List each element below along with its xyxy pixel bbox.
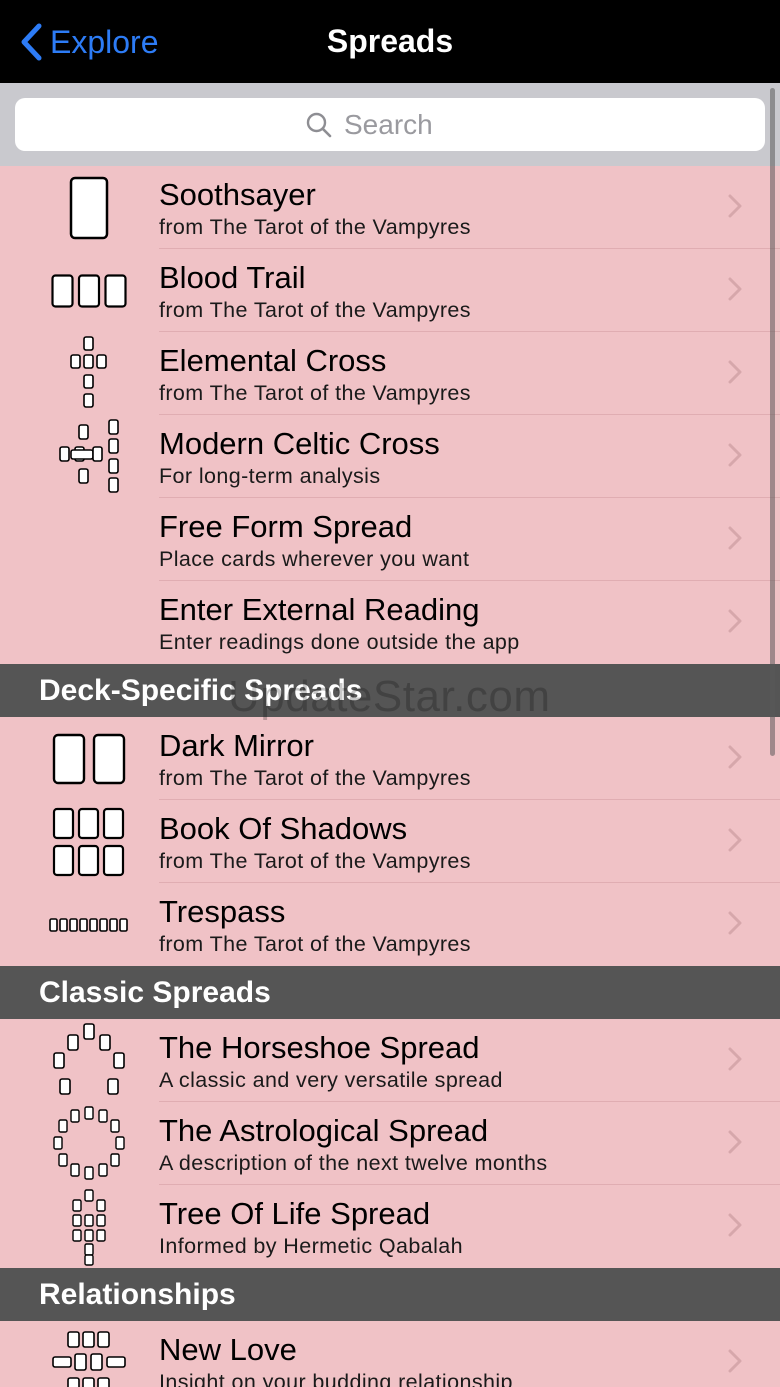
spread-layout-icon (44, 1106, 134, 1180)
chevron-right-icon (728, 1213, 742, 1237)
scroll-indicator[interactable] (770, 88, 775, 756)
list-item-elemental-cross[interactable]: Elemental Cross from The Tarot of the Va… (0, 332, 780, 415)
spread-layout-icon (44, 255, 134, 327)
chevron-right-icon (728, 277, 742, 301)
list-item-tree-of-life-spread[interactable]: Tree Of Life Spread Informed by Hermetic… (0, 1185, 780, 1268)
spread-layout-icon (44, 172, 134, 244)
list-item-trespass[interactable]: Trespass from The Tarot of the Vampyres (0, 883, 780, 966)
list-item-soothsayer[interactable]: Soothsayer from The Tarot of the Vampyre… (0, 166, 780, 249)
list-item-subtitle: from The Tarot of the Vampyres (159, 298, 471, 322)
spread-layout-icon (44, 1189, 134, 1266)
list-item-title: Blood Trail (159, 260, 306, 295)
spread-layout-icon (44, 1327, 134, 1387)
list-item-subtitle: Enter readings done outside the app (159, 630, 520, 654)
page-title: Spreads (326, 23, 454, 59)
list-item-subtitle: from The Tarot of the Vampyres (159, 932, 471, 956)
list-item-title: The Astrological Spread (159, 1113, 489, 1148)
spread-layout-icon (44, 806, 134, 878)
list-item-subtitle: Insight on your budding relationship (159, 1370, 513, 1387)
section-header-classic: Classic Spreads (0, 966, 780, 1019)
list-item-modern-celtic-cross[interactable]: Modern Celtic Cross For long-term analys… (0, 415, 780, 498)
chevron-right-icon (728, 194, 742, 218)
search-input[interactable] (344, 108, 474, 141)
list-item-title: Book Of Shadows (159, 811, 408, 846)
list-item-subtitle: Place cards wherever you want (159, 547, 470, 571)
spread-layout-icon (44, 419, 134, 493)
list-item-subtitle: from The Tarot of the Vampyres (159, 215, 471, 239)
list-item-title: Trespass (159, 894, 286, 929)
list-item-free-form-spread[interactable]: Free Form Spread Place cards wherever yo… (0, 498, 780, 581)
spread-list: Soothsayer from The Tarot of the Vampyre… (0, 166, 780, 1387)
list-item-subtitle: A description of the next twelve months (159, 1151, 548, 1175)
list-item-horseshoe-spread[interactable]: The Horseshoe Spread A classic and very … (0, 1019, 780, 1102)
list-item-blood-trail[interactable]: Blood Trail from The Tarot of the Vampyr… (0, 249, 780, 332)
list-item-enter-external-reading[interactable]: Enter External Reading Enter readings do… (0, 581, 780, 664)
list-item-title: Elemental Cross (159, 343, 387, 378)
chevron-right-icon (728, 360, 742, 384)
chevron-right-icon (728, 1047, 742, 1071)
list-item-title: Tree Of Life Spread (159, 1196, 431, 1231)
chevron-right-icon (728, 1130, 742, 1154)
list-item-subtitle: from The Tarot of the Vampyres (159, 381, 471, 405)
list-item-title: Free Form Spread (159, 509, 413, 544)
chevron-right-icon (728, 609, 742, 633)
list-item-subtitle: A classic and very versatile spread (159, 1068, 503, 1092)
chevron-right-icon (728, 745, 742, 769)
spread-layout-icon (44, 723, 134, 795)
list-item-subtitle: Informed by Hermetic Qabalah (159, 1234, 463, 1258)
list-item-title: Dark Mirror (159, 728, 314, 763)
list-item-subtitle: For long-term analysis (159, 464, 381, 488)
list-item-title: The Horseshoe Spread (159, 1030, 480, 1065)
list-item-astrological-spread[interactable]: The Astrological Spread A description of… (0, 1102, 780, 1185)
section-header-relationships: Relationships (0, 1268, 780, 1321)
chevron-right-icon (728, 526, 742, 550)
navigation-bar: Explore Spreads (0, 0, 780, 83)
list-item-new-love[interactable]: New Love Insight on your budding relatio… (0, 1321, 780, 1387)
search-bar (0, 83, 780, 166)
chevron-right-icon (728, 443, 742, 467)
list-item-title: New Love (159, 1332, 297, 1367)
list-item-title: Soothsayer (159, 177, 316, 212)
search-field[interactable] (15, 98, 765, 151)
spread-layout-icon (44, 336, 134, 410)
search-icon (306, 112, 332, 137)
list-item-book-of-shadows[interactable]: Book Of Shadows from The Tarot of the Va… (0, 800, 780, 883)
list-item-title: Enter External Reading (159, 592, 480, 627)
chevron-right-icon (728, 1349, 742, 1373)
list-item-subtitle: from The Tarot of the Vampyres (159, 766, 471, 790)
chevron-right-icon (728, 828, 742, 852)
list-item-title: Modern Celtic Cross (159, 426, 440, 461)
list-item-dark-mirror[interactable]: Dark Mirror from The Tarot of the Vampyr… (0, 717, 780, 800)
list-item-subtitle: from The Tarot of the Vampyres (159, 849, 471, 873)
chevron-right-icon (728, 911, 742, 935)
spread-layout-icon (44, 889, 134, 961)
spread-layout-icon (44, 1023, 134, 1097)
section-header-deck-specific: Deck-Specific Spreads (0, 664, 780, 717)
